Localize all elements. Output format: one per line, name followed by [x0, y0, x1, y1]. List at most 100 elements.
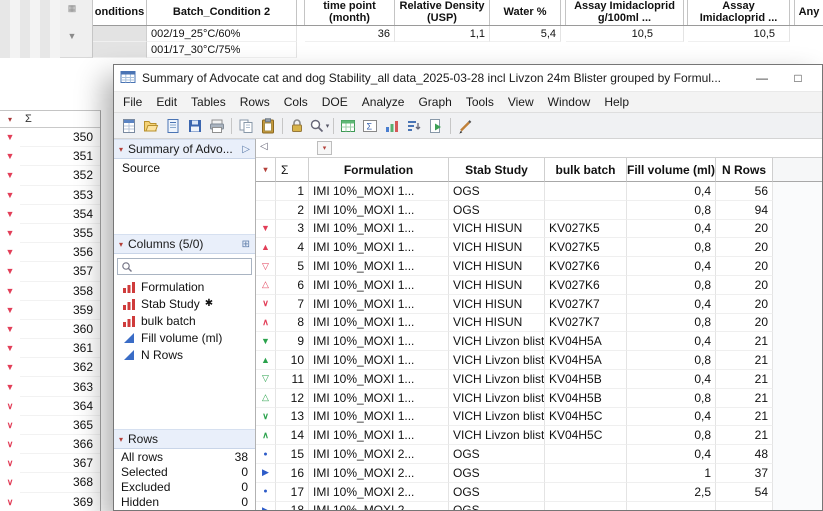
- open-icon[interactable]: [140, 115, 162, 137]
- row-header-357[interactable]: ▼ 357: [0, 262, 100, 282]
- row-number-cell[interactable]: 15: [276, 445, 309, 464]
- columns-panel-header[interactable]: ▾ Columns (5/0) ⊞: [114, 234, 255, 254]
- annotate-icon[interactable]: [454, 115, 476, 137]
- table-row[interactable]: ▲ 4 IMI 10%_MOXI 1... VICH HISUN KV027K5 0,8 2…: [256, 238, 822, 258]
- row-number-cell[interactable]: 8: [276, 313, 309, 333]
- sum-column-header[interactable]: Σ: [20, 113, 32, 125]
- fill-volume-cell[interactable]: 0,4: [627, 294, 716, 314]
- fill-volume-cell[interactable]: 0,4: [627, 182, 716, 201]
- column-header-bulk-batch[interactable]: bulk batch: [545, 158, 627, 182]
- bulk-batch-cell[interactable]: [545, 445, 627, 464]
- n-rows-cell[interactable]: 20: [716, 313, 773, 333]
- fill-volume-cell[interactable]: 0,8: [627, 388, 716, 408]
- row-state-cell[interactable]: ▶: [256, 463, 276, 483]
- row-state-cell[interactable]: ●: [256, 445, 276, 464]
- table-row[interactable]: ▶ 18IMI 10%_MOXI 2...OGS: [256, 501, 822, 510]
- bulk-batch-cell[interactable]: KV027K6: [545, 275, 627, 295]
- bulk-batch-cell[interactable]: [545, 182, 627, 201]
- row-state-cell[interactable]: ∨: [256, 294, 276, 314]
- row-header-364[interactable]: ∨ 364: [0, 397, 100, 416]
- formulation-cell[interactable]: IMI 10%_MOXI 1...: [309, 407, 449, 427]
- formulation-cell[interactable]: IMI 10%_MOXI 1...: [309, 294, 449, 314]
- n-rows-cell[interactable]: 20: [716, 238, 773, 258]
- table-row[interactable]: ∧ 14 IMI 10%_MOXI 1... VICH Livzon blister K…: [256, 426, 822, 446]
- row-number-cell[interactable]: 13: [276, 407, 309, 427]
- menu-file[interactable]: File: [116, 92, 149, 112]
- bulk-batch-cell[interactable]: KV04H5B: [545, 388, 627, 408]
- fill-volume-cell[interactable]: 0,4: [627, 369, 716, 389]
- formulation-cell[interactable]: IMI 10%_MOXI 1...: [309, 369, 449, 389]
- bulk-batch-cell[interactable]: KV027K7: [545, 313, 627, 333]
- row-number-cell[interactable]: 10: [276, 351, 309, 370]
- n-rows-cell[interactable]: 94: [716, 200, 773, 220]
- bulk-batch-cell[interactable]: KV027K6: [545, 257, 627, 276]
- bulk-batch-cell[interactable]: KV027K7: [545, 294, 627, 314]
- stab-study-cell[interactable]: VICH Livzon blister: [449, 407, 545, 427]
- formulation-cell[interactable]: IMI 10%_MOXI 1...: [309, 351, 449, 370]
- table-row[interactable]: ● 15 IMI 10%_MOXI 2... OGS 0,4 48: [256, 445, 822, 464]
- row-number-cell[interactable]: 6: [276, 275, 309, 295]
- n-rows-cell[interactable]: 21: [716, 426, 773, 446]
- table-panel-header[interactable]: ▾ Summary of Advo... ▷: [114, 139, 255, 159]
- formulation-cell[interactable]: IMI 10%_MOXI 1...: [309, 182, 449, 201]
- search-icon[interactable]: ▾: [308, 115, 330, 137]
- row-state-cell[interactable]: △: [256, 388, 276, 408]
- row-number-cell[interactable]: 2: [276, 200, 309, 220]
- row-state-cell[interactable]: [256, 182, 276, 201]
- row-state-cell[interactable]: ▲: [256, 238, 276, 258]
- row-number-cell[interactable]: 9: [276, 332, 309, 352]
- rows-stat-selected[interactable]: Selected 0: [114, 464, 255, 479]
- formulation-cell[interactable]: IMI 10%_MOXI 1...: [309, 238, 449, 258]
- columns-search-box[interactable]: [117, 258, 252, 275]
- formulation-cell[interactable]: IMI 10%_MOXI 1...: [309, 257, 449, 276]
- menu-tables[interactable]: Tables: [184, 92, 233, 112]
- formulation-cell[interactable]: IMI 10%_MOXI 1...: [309, 426, 449, 446]
- column-header-fill-volume-ml[interactable]: Fill volume (ml): [627, 158, 716, 182]
- row-header-368[interactable]: ∨ 368: [0, 473, 100, 493]
- menu-tools[interactable]: Tools: [459, 92, 501, 112]
- fill-volume-cell[interactable]: 0,8: [627, 238, 716, 258]
- red-triangle-menu-icon[interactable]: ▾: [119, 240, 123, 249]
- row-state-cell[interactable]: ▼: [256, 219, 276, 239]
- row-state-cell[interactable]: ▶: [256, 501, 276, 510]
- row-number-cell[interactable]: 1: [276, 182, 309, 201]
- row-number-cell[interactable]: 3: [276, 219, 309, 239]
- stab-study-cell[interactable]: OGS: [449, 501, 545, 510]
- n-rows-cell[interactable]: 21: [716, 388, 773, 408]
- column-item-fill-volume-ml[interactable]: Fill volume (ml): [114, 329, 255, 346]
- formulation-cell[interactable]: IMI 10%_MOXI 1...: [309, 313, 449, 333]
- menu-edit[interactable]: Edit: [149, 92, 184, 112]
- stab-study-cell[interactable]: VICH Livzon blister: [449, 351, 545, 370]
- formulation-cell[interactable]: IMI 10%_MOXI 2...: [309, 463, 449, 483]
- lock-icon[interactable]: [286, 115, 308, 137]
- rows-menu-icon[interactable]: ▾: [263, 165, 267, 174]
- stab-study-cell[interactable]: VICH HISUN: [449, 294, 545, 314]
- save-icon[interactable]: [184, 115, 206, 137]
- row-number-cell[interactable]: 7: [276, 294, 309, 314]
- stab-study-cell[interactable]: OGS: [449, 482, 545, 502]
- row-header-353[interactable]: ▼ 353: [0, 186, 100, 205]
- menu-cols[interactable]: Cols: [277, 92, 315, 112]
- row-number-cell[interactable]: 16: [276, 463, 309, 483]
- fill-volume-cell[interactable]: 0,8: [627, 351, 716, 370]
- row-header-355[interactable]: ▼ 355: [0, 224, 100, 244]
- fill-volume-cell[interactable]: 0,8: [627, 313, 716, 333]
- menu-rows[interactable]: Rows: [233, 92, 277, 112]
- data-table-icon[interactable]: [337, 115, 359, 137]
- rows-stat-excluded[interactable]: Excluded 0: [114, 479, 255, 494]
- column-item-formulation[interactable]: Formulation: [114, 278, 255, 295]
- fill-volume-cell[interactable]: 0,4: [627, 407, 716, 427]
- bulk-batch-cell[interactable]: KV04H5A: [545, 351, 627, 370]
- columns-menu-button[interactable]: ▾: [317, 141, 332, 155]
- row-header-350[interactable]: ▼ 350: [0, 128, 100, 148]
- bulk-batch-cell[interactable]: KV027K5: [545, 238, 627, 258]
- print-icon[interactable]: [206, 115, 228, 137]
- rows-menu-icon[interactable]: ▾: [0, 115, 20, 124]
- bulk-batch-cell[interactable]: KV027K5: [545, 219, 627, 239]
- n-rows-cell[interactable]: 21: [716, 369, 773, 389]
- table-row[interactable]: ▲ 10 IMI 10%_MOXI 1... VICH Livzon blister K…: [256, 351, 822, 370]
- summary-icon[interactable]: Σ: [359, 115, 381, 137]
- row-header-367[interactable]: ∨ 367: [0, 454, 100, 474]
- table-row[interactable]: 1 IMI 10%_MOXI 1... OGS 0,4 56: [256, 182, 822, 201]
- bulk-batch-cell[interactable]: [545, 200, 627, 220]
